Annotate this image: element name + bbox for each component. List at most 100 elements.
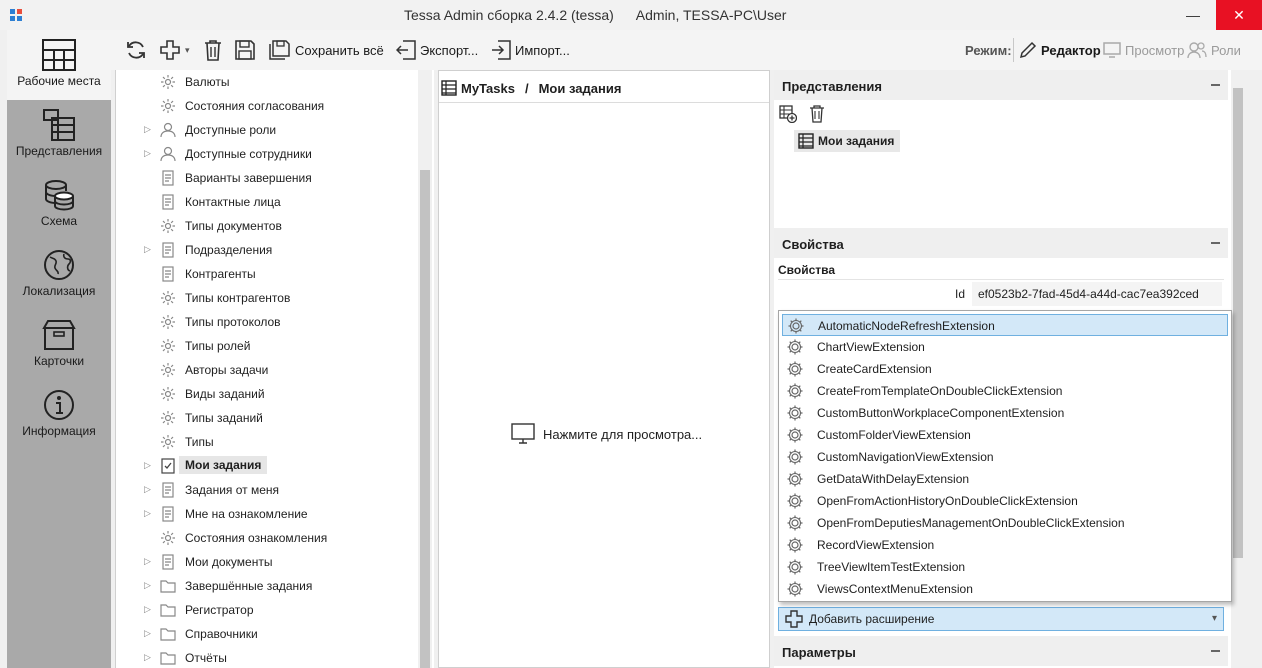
collapse-icon[interactable] — [1211, 84, 1220, 86]
delete-button[interactable] — [203, 38, 223, 62]
tree-item[interactable]: Состояния ознакомления — [116, 526, 416, 550]
tree-item[interactable]: Типы протоколов — [116, 310, 416, 334]
person-icon — [160, 122, 176, 138]
editor-mode-button[interactable]: Редактор — [1019, 38, 1101, 62]
tree-item[interactable]: Варианты завершения — [116, 166, 416, 190]
save-all-button[interactable]: Сохранить всё — [269, 38, 384, 62]
expand-arrow-icon[interactable]: ▷ — [144, 148, 154, 160]
collapse-icon[interactable] — [1211, 650, 1220, 652]
breadcrumb: MyTasks / Мои задания — [441, 75, 621, 101]
tree-item-label: Типы протоколов — [185, 315, 281, 329]
extension-option[interactable]: CustomFolderViewExtension — [782, 424, 1228, 446]
extension-option[interactable]: RecordViewExtension — [782, 534, 1228, 556]
gear-icon — [160, 74, 176, 90]
expand-arrow-icon[interactable]: ▷ — [144, 484, 154, 496]
expand-arrow-icon[interactable]: ▷ — [144, 556, 154, 568]
nav-localization[interactable]: Локализация — [7, 240, 111, 310]
tree-scrollbar-thumb[interactable] — [420, 170, 430, 668]
extension-option[interactable]: CustomNavigationViewExtension — [782, 446, 1228, 468]
properties-section-header[interactable]: Свойства — [774, 228, 1228, 258]
tree-item[interactable]: ▷ Завершённые задания — [116, 574, 416, 598]
preview-hint[interactable]: Нажмите для просмотра... — [511, 423, 702, 445]
expand-arrow-icon[interactable]: ▷ — [144, 244, 154, 256]
extension-option[interactable]: ViewsContextMenuExtension — [782, 578, 1228, 600]
close-button[interactable]: ✕ — [1216, 0, 1262, 30]
expand-arrow-icon[interactable]: ▷ — [144, 652, 154, 664]
tree-item[interactable]: ▷ Доступные роли — [116, 118, 416, 142]
tree-item[interactable]: Контрагенты — [116, 262, 416, 286]
add-view-icon[interactable] — [779, 105, 797, 123]
gear-icon — [160, 386, 176, 402]
trash-icon[interactable] — [809, 105, 825, 123]
extension-option[interactable]: CreateCardExtension — [782, 358, 1228, 380]
extension-option[interactable]: OpenFromActionHistoryOnDoubleClickExtens… — [782, 490, 1228, 512]
tree-item[interactable]: Виды заданий — [116, 382, 416, 406]
extension-option-label: CreateCardExtension — [817, 362, 932, 376]
editor-label: Редактор — [1041, 42, 1101, 58]
expand-arrow-icon[interactable]: ▷ — [144, 508, 154, 520]
tree-scrollbar[interactable] — [418, 70, 432, 668]
tree-item[interactable]: Типы контрагентов — [116, 286, 416, 310]
tree-item[interactable]: ▷ Мои задания — [116, 454, 416, 478]
extension-option[interactable]: TreeViewItemTestExtension — [782, 556, 1228, 578]
export-label: Экспорт... — [420, 42, 479, 58]
add-button[interactable]: ▾ — [159, 38, 190, 62]
extension-option[interactable]: CreateFromTemplateOnDoubleClickExtension — [782, 380, 1228, 402]
nav-schema[interactable]: Схема — [7, 170, 111, 240]
workplaces-icon — [42, 39, 76, 71]
tree-item[interactable]: Валюты — [116, 70, 416, 94]
tree-item[interactable]: ▷ Доступные сотрудники — [116, 142, 416, 166]
import-button[interactable]: Импорт... — [491, 38, 570, 62]
preview-mode-button[interactable]: Просмотр — [1103, 38, 1184, 62]
nav-workplaces[interactable]: Рабочие места — [7, 30, 111, 100]
properties-scrollbar-thumb[interactable] — [1233, 88, 1243, 558]
roles-mode-button[interactable]: Роли — [1187, 38, 1241, 62]
expand-arrow-icon[interactable]: ▷ — [144, 580, 154, 592]
gear-icon — [160, 530, 176, 546]
nav-information[interactable]: Информация — [7, 380, 111, 450]
tree-item[interactable]: ▷ Задания от меня — [116, 478, 416, 502]
refresh-button[interactable] — [125, 38, 147, 62]
parameters-section-header[interactable]: Параметры — [774, 636, 1228, 666]
extension-option[interactable]: OpenFromDeputiesManagementOnDoubleClickE… — [782, 512, 1228, 534]
collapse-icon[interactable] — [1211, 242, 1220, 244]
tree-item[interactable]: ▷ Справочники — [116, 622, 416, 646]
expand-arrow-icon[interactable]: ▷ — [144, 628, 154, 640]
extension-option[interactable]: AutomaticNodeRefreshExtension — [782, 314, 1228, 336]
gear-icon — [786, 404, 804, 422]
tree-item[interactable]: Типы документов — [116, 214, 416, 238]
export-button[interactable]: Экспорт... — [396, 38, 478, 62]
tree-item[interactable]: ▷ Регистратор — [116, 598, 416, 622]
expand-arrow-icon[interactable]: ▷ — [144, 124, 154, 136]
tree-item[interactable]: ▷ Отчёты — [116, 646, 416, 668]
tree-item[interactable]: Авторы задачи — [116, 358, 416, 382]
extension-option[interactable]: CustomButtonWorkplaceComponentExtension — [782, 402, 1228, 424]
extension-option[interactable]: ChartViewExtension — [782, 336, 1228, 358]
breadcrumb-root[interactable]: MyTasks — [461, 81, 515, 96]
nav-views[interactable]: Представления — [7, 100, 111, 170]
breadcrumb-current: Мои задания — [538, 80, 622, 96]
expand-arrow-icon[interactable]: ▷ — [144, 460, 154, 472]
add-extension-combobox[interactable]: Добавить расширение ▾ — [778, 607, 1224, 631]
tree-item[interactable]: Состояния согласования — [116, 94, 416, 118]
properties-scrollbar[interactable] — [1231, 70, 1245, 668]
tree-item[interactable]: ▷ Подразделения — [116, 238, 416, 262]
nav-cards[interactable]: Карточки — [7, 310, 111, 380]
tree-item[interactable]: ▷ Мои документы — [116, 550, 416, 574]
tree-item[interactable]: Типы ролей — [116, 334, 416, 358]
view-item-my-tasks[interactable]: Мои задания — [794, 130, 901, 152]
save-button[interactable] — [235, 38, 255, 62]
extension-option[interactable]: GetDataWithDelayExtension — [782, 468, 1228, 490]
import-icon — [492, 40, 511, 60]
minimize-button[interactable]: — — [1170, 0, 1216, 30]
gear-icon — [786, 338, 804, 356]
tree-item[interactable]: Типы заданий — [116, 406, 416, 430]
tree-item[interactable]: ▷ Мне на ознакомление — [116, 502, 416, 526]
tree-item[interactable]: Типы — [116, 430, 416, 454]
views-section-header[interactable]: Представления — [774, 70, 1228, 100]
tree-item[interactable]: Контактные лица — [116, 190, 416, 214]
views-list — [776, 100, 1226, 230]
expand-arrow-icon[interactable]: ▷ — [144, 604, 154, 616]
id-field[interactable]: ef0523b2-7fad-45d4-a44d-cac7ea392ced — [972, 282, 1222, 306]
extension-option-label: CustomButtonWorkplaceComponentExtension — [817, 406, 1065, 420]
